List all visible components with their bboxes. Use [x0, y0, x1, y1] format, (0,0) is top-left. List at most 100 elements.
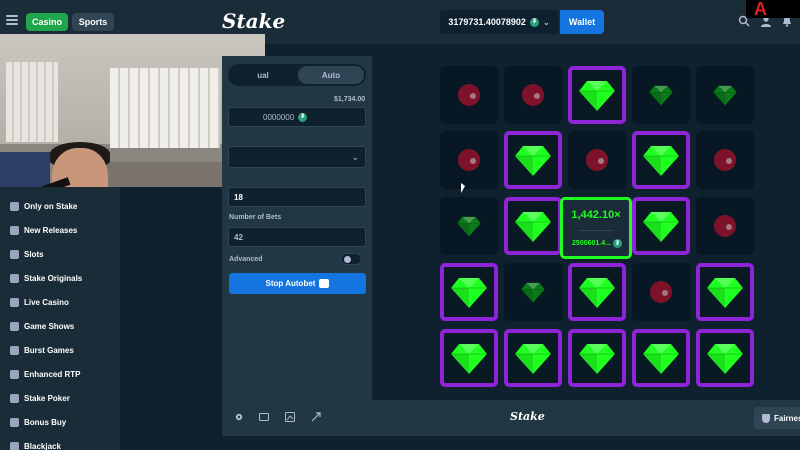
tile-mine[interactable]	[440, 66, 498, 124]
balance-selector[interactable]: 3179731.40078902 ₮ ⌄	[440, 10, 558, 34]
settings-icon[interactable]	[234, 412, 244, 422]
tile-gem-selected[interactable]	[440, 329, 498, 387]
flame-icon	[10, 273, 19, 283]
tile-mine[interactable]	[568, 131, 626, 189]
tile-gem-selected[interactable]	[696, 263, 754, 321]
sidebar-item[interactable]: Blackjack	[10, 438, 61, 450]
gem-icon	[707, 278, 743, 308]
overlay-corner-text: A	[746, 0, 800, 18]
sidebar-item[interactable]: Only on Stake	[10, 198, 77, 214]
advanced-toggle[interactable]	[340, 253, 362, 265]
tile-mine[interactable]	[440, 131, 498, 189]
tab-auto[interactable]: Auto	[298, 66, 364, 84]
bets-field[interactable]: 42	[228, 227, 366, 247]
casino-tab[interactable]: Casino	[26, 13, 68, 31]
sidebar-item-label: Game Shows	[24, 321, 75, 331]
sidebar-item[interactable]: New Releases	[10, 222, 77, 238]
tile-gem[interactable]	[440, 197, 498, 255]
menu-icon[interactable]	[6, 15, 18, 25]
gem-icon	[515, 212, 551, 242]
tile-gem-selected[interactable]	[568, 66, 626, 124]
slots-icon	[10, 249, 19, 259]
sidebar-item-label: Slots	[24, 249, 44, 259]
mines-field[interactable]: 18	[228, 187, 366, 207]
advanced-label: Advanced	[229, 256, 263, 263]
tether-icon: ₮	[612, 239, 622, 248]
sparkle-icon	[10, 225, 19, 235]
bet-amount-input[interactable]: 0000000 ₮	[228, 107, 366, 127]
sports-tab[interactable]: Sports	[72, 13, 114, 31]
mouse-cursor	[461, 183, 465, 193]
sidebar-item-label: Enhanced RTP	[24, 369, 81, 379]
gem-icon	[521, 282, 545, 303]
sidebar-item[interactable]: Live Casino	[10, 294, 69, 310]
burst-icon	[10, 345, 19, 355]
sidebar-item[interactable]: Stake Poker	[10, 390, 70, 406]
footer-stake-logo: Stake	[510, 410, 545, 423]
tile-gem-selected[interactable]	[568, 329, 626, 387]
gem-icon	[579, 278, 615, 308]
sidebar-item[interactable]: Burst Games	[10, 342, 74, 358]
tile-gem-selected[interactable]	[440, 263, 498, 321]
win-amount: 2500601.4... ₮	[567, 239, 627, 248]
sidebar-item[interactable]: Bonus Buy	[10, 414, 66, 430]
tab-manual[interactable]: ual	[230, 66, 296, 84]
tile-mine[interactable]	[696, 197, 754, 255]
gem-icon	[649, 85, 673, 106]
wallet-button[interactable]: Wallet	[560, 10, 604, 34]
tile-gem-selected[interactable]	[504, 197, 562, 255]
tile-gem-selected[interactable]	[696, 329, 754, 387]
chevron-down-icon: ⌄	[351, 152, 359, 162]
tile-gem-selected[interactable]	[568, 263, 626, 321]
tile-gem[interactable]	[504, 263, 562, 321]
popout-icon[interactable]	[311, 412, 321, 422]
sidebar-item-label: Burst Games	[24, 345, 74, 355]
tile-gem[interactable]	[696, 66, 754, 124]
chart-icon	[10, 369, 19, 379]
gem-icon	[579, 81, 615, 111]
tile-mine[interactable]	[632, 263, 690, 321]
bet-amount-value: 0000000	[263, 112, 295, 122]
gem-icon	[643, 212, 679, 242]
mines-select[interactable]: ⌄	[228, 146, 366, 168]
tile-mine[interactable]	[504, 66, 562, 124]
gem-icon	[515, 146, 551, 176]
gem-icon	[643, 344, 679, 374]
stop-autobet-button[interactable]: Stop Autobet	[229, 273, 366, 294]
sidebar-item-label: Stake Poker	[24, 393, 70, 403]
sidebar-item[interactable]: Enhanced RTP	[10, 366, 80, 382]
sidebar-item-label: Live Casino	[24, 297, 69, 307]
sidebar-item[interactable]: Slots	[10, 246, 44, 262]
mode-tabs: ual Auto	[228, 64, 366, 86]
mine-icon	[522, 84, 544, 106]
stats-icon[interactable]	[285, 412, 295, 422]
divider	[579, 230, 613, 231]
stake-logo[interactable]: Stake	[222, 9, 285, 33]
tile-gem[interactable]	[632, 66, 690, 124]
cards-icon	[10, 393, 19, 403]
sidebar-item[interactable]: Game Shows	[10, 318, 74, 334]
gem-icon	[451, 278, 487, 308]
tile-mine[interactable]	[696, 131, 754, 189]
bet-amount-usd: $1,734.00	[334, 96, 366, 103]
tile-gem-selected[interactable]	[504, 329, 562, 387]
theatre-mode-icon[interactable]	[259, 412, 269, 422]
stake-icon	[10, 201, 19, 211]
sidebar-item-label: Blackjack	[24, 441, 61, 450]
win-amount-value: 2500601.4...	[572, 240, 611, 247]
mine-icon	[650, 281, 672, 303]
gem-icon	[457, 216, 481, 237]
sidebar-item[interactable]: Stake Originals	[10, 270, 82, 286]
tile-gem-selected[interactable]	[632, 197, 690, 255]
multiplier-value: 1,442.10×	[571, 209, 621, 221]
fairness-button[interactable]: Fairnes	[754, 407, 800, 429]
tile-gem-selected[interactable]	[632, 329, 690, 387]
multiplier-popup: 1,442.10× 2500601.4... ₮	[560, 197, 632, 259]
mine-icon	[586, 149, 608, 171]
mic-icon	[10, 321, 19, 331]
tether-icon: ₮	[298, 112, 308, 122]
tether-icon: ₮	[529, 17, 539, 27]
fairness-label: Fairnes	[774, 413, 800, 423]
tile-gem-selected[interactable]	[504, 131, 562, 189]
tile-gem-selected[interactable]	[632, 131, 690, 189]
